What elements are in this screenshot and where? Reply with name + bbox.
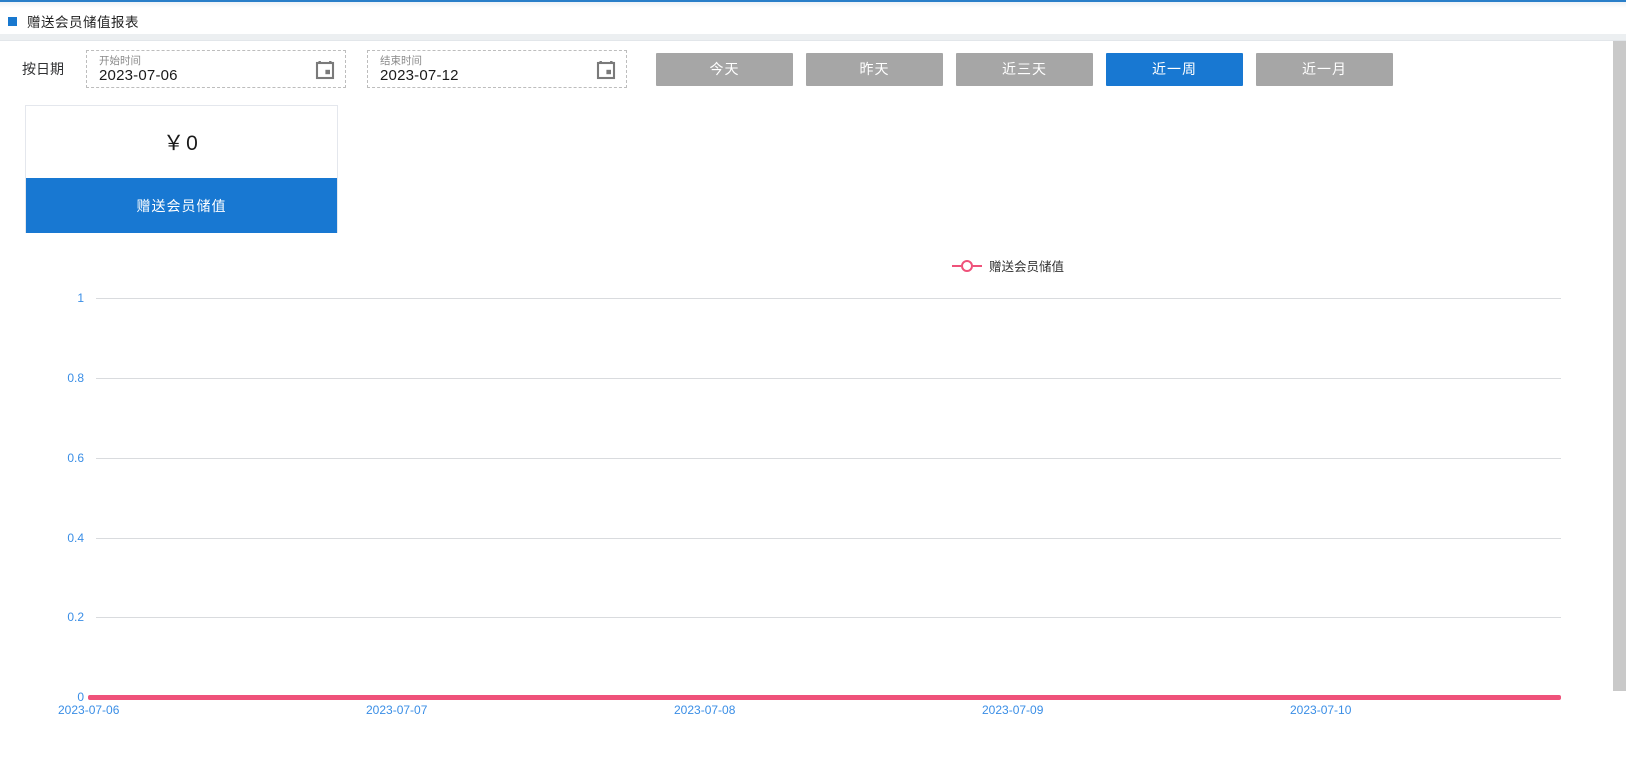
gridline-y-0_4 (96, 538, 1561, 539)
vertical-scrollbar[interactable] (1613, 41, 1626, 765)
quick-range-buttons: 今天 昨天 近三天 近一周 近一月 (656, 52, 1406, 86)
stat-card-footer-label: 赠送会员储值 (26, 178, 337, 233)
vertical-scrollbar-thumb[interactable] (1613, 41, 1626, 691)
y-axis-tick-0: 0 (77, 690, 84, 704)
end-date-field[interactable]: 结束时间 2023-07-12 (367, 50, 627, 88)
range-button-last-month[interactable]: 近一月 (1256, 52, 1393, 86)
start-date-field[interactable]: 开始时间 2023-07-06 (86, 50, 346, 88)
start-date-value: 2023-07-06 (99, 67, 178, 84)
y-axis-tick-0_8: 0.8 (67, 371, 84, 385)
x-axis-tick-4: 2023-07-09 (982, 703, 1044, 717)
series-line-member-gift-balance (88, 695, 1561, 700)
range-button-last-3-days[interactable]: 近三天 (956, 52, 1093, 86)
x-axis-tick-2: 2023-07-07 (366, 703, 428, 717)
y-axis-tick-0_6: 0.6 (67, 451, 84, 465)
gridline-y-1 (96, 298, 1561, 299)
window-titlebar: 赠送会员储值报表 (0, 8, 1626, 34)
x-axis-tick-1: 2023-07-06 (58, 703, 120, 717)
filter-label: 按日期 (22, 61, 64, 77)
start-date-caption: 开始时间 (99, 55, 141, 67)
range-button-yesterday[interactable]: 昨天 (806, 52, 943, 86)
filter-toolbar: 按日期 开始时间 2023-07-06 结束时间 2023-07-12 今天 昨… (0, 44, 1613, 94)
titlebar-separator-line (0, 40, 1626, 41)
stat-card-value: ￥0 (163, 132, 200, 155)
chart-container: 赠送会员储值 1 0.8 0.6 0.4 0.2 0 2023-07-06 20… (0, 240, 1613, 750)
gridline-y-0_8 (96, 378, 1561, 379)
end-date-caption: 结束时间 (380, 55, 422, 67)
y-axis-tick-0_4: 0.4 (67, 531, 84, 545)
calendar-icon[interactable] (596, 60, 616, 80)
y-axis-tick-1: 1 (77, 291, 84, 305)
chart-plot-area: 1 0.8 0.6 0.4 0.2 0 2023-07-06 2023-07-0… (0, 240, 1613, 750)
page-title: 赠送会员储值报表 (27, 15, 139, 30)
calendar-icon[interactable] (315, 60, 335, 80)
report-page: 赠送会员储值报表 按日期 开始时间 2023-07-06 结束时间 2023-0… (0, 0, 1626, 765)
range-button-last-week[interactable]: 近一周 (1106, 52, 1243, 86)
range-button-today[interactable]: 今天 (656, 52, 793, 86)
y-axis-tick-0_2: 0.2 (67, 610, 84, 624)
stat-card-member-gift-balance[interactable]: ￥0 赠送会员储值 (25, 105, 338, 233)
gridline-y-0_2 (96, 617, 1561, 618)
x-axis-tick-5: 2023-07-10 (1290, 703, 1352, 717)
blue-square-icon (8, 16, 17, 26)
end-date-value: 2023-07-12 (380, 67, 459, 84)
x-axis-tick-3: 2023-07-08 (674, 703, 736, 717)
gridline-y-0_6 (96, 458, 1561, 459)
